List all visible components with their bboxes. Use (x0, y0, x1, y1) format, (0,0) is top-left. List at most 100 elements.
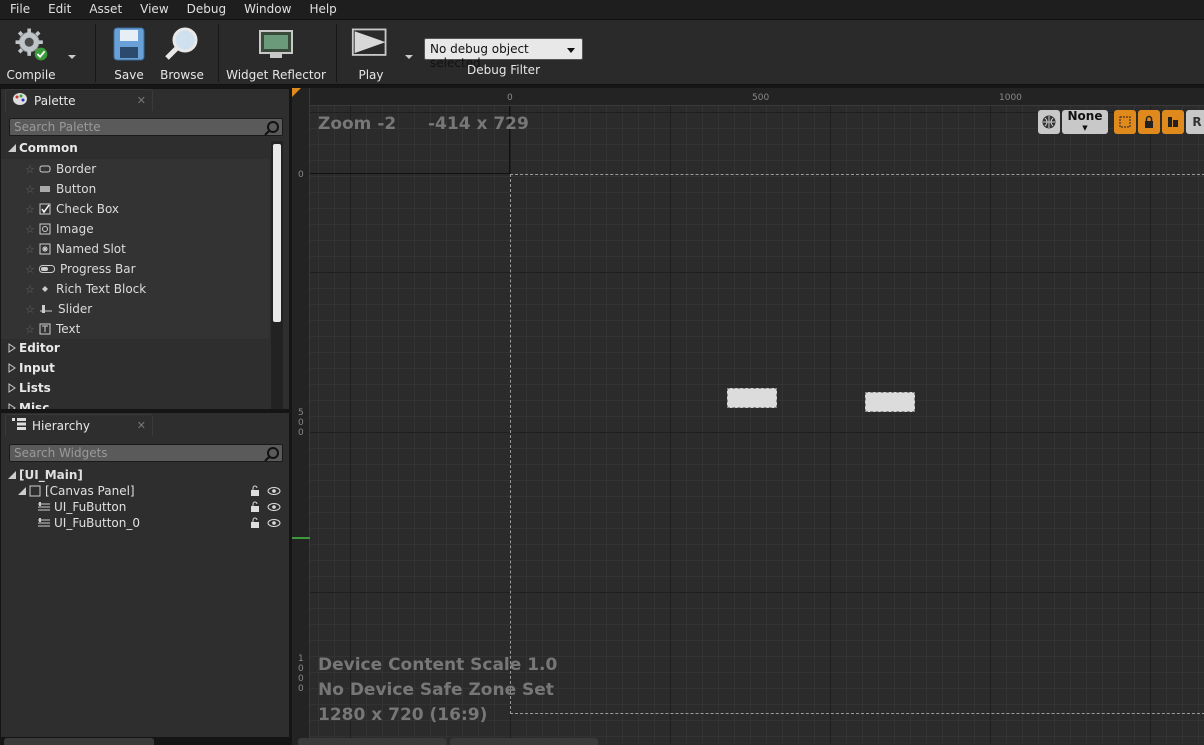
palette-item-slider[interactable]: ☆ Slider (25, 299, 92, 319)
search-icon (264, 120, 280, 136)
category-editor[interactable]: Editor (7, 341, 60, 355)
palette-item-label: Named Slot (56, 242, 126, 256)
checkbox-icon (39, 203, 51, 215)
favorite-star-icon[interactable]: ☆ (25, 243, 39, 256)
category-lists-label: Lists (19, 381, 51, 395)
favorite-star-icon[interactable]: ☆ (25, 163, 39, 176)
hierarchy-canvas-panel[interactable]: [Canvas Panel] (17, 483, 283, 499)
play-dropdown[interactable] (404, 50, 414, 59)
menu-asset[interactable]: Asset (79, 0, 130, 19)
named-slot-icon (39, 243, 51, 255)
tab-hierarchy[interactable]: Hierarchy ✕ (5, 414, 153, 436)
play-button[interactable]: Play (348, 24, 394, 82)
browse-button[interactable]: Browse (160, 24, 204, 82)
category-common-label: Common (19, 141, 78, 155)
widget-reflector-button[interactable]: Widget Reflector (226, 24, 326, 82)
layout-icon[interactable] (1162, 110, 1184, 134)
tab-palette[interactable]: Palette ✕ (5, 89, 153, 111)
hierarchy-panel: Hierarchy ✕ [UI_Main] [Canvas Panel] UI_… (0, 412, 290, 738)
favorite-star-icon[interactable]: ☆ (25, 263, 39, 276)
menu-file[interactable]: File (0, 0, 38, 19)
hierarchy-child-fubutton-0[interactable]: UI_FuButton_0 (37, 515, 283, 531)
palette-icon (12, 92, 28, 109)
hierarchy-search-input[interactable] (10, 445, 282, 461)
menu-edit[interactable]: Edit (38, 0, 79, 19)
favorite-star-icon[interactable]: ☆ (25, 203, 39, 216)
cursor-coords: -414 x 729 (428, 114, 529, 134)
ruler-left-label: 500 (298, 408, 304, 438)
eye-icon[interactable] (267, 517, 281, 532)
expanded-arrow-icon (8, 471, 16, 479)
palette-search[interactable] (9, 118, 283, 136)
palette-item-text[interactable]: ☆ Text (25, 319, 80, 339)
r-toggle[interactable]: R (1186, 110, 1204, 134)
ui-fubutton-0-widget[interactable] (865, 392, 915, 412)
palette-search-input[interactable] (10, 119, 282, 135)
palette-scrollbar-thumb[interactable] (273, 144, 281, 322)
compile-dropdown[interactable] (67, 50, 77, 59)
category-misc[interactable]: Misc (7, 401, 49, 409)
image-icon (39, 223, 51, 235)
ruler-top: 0 500 1000 (292, 88, 1204, 106)
eye-icon[interactable] (267, 485, 281, 500)
hierarchy-child-fubutton[interactable]: UI_FuButton (37, 499, 283, 515)
favorite-star-icon[interactable]: ☆ (25, 323, 39, 336)
favorite-star-icon[interactable]: ☆ (25, 183, 39, 196)
floppy-disk-icon (109, 24, 149, 64)
palette-item-progress-bar[interactable]: ☆ Progress Bar (25, 259, 136, 279)
tab-timeline[interactable] (298, 738, 446, 745)
designer-viewport[interactable]: 0 500 1000 0 500 1000 Zoom -2 -414 x 729… (292, 88, 1204, 745)
hierarchy-root[interactable]: [UI_Main] (7, 467, 83, 483)
palette-scrollbar-track[interactable] (271, 141, 283, 409)
outline-toggle-icon[interactable] (1114, 110, 1136, 134)
category-common[interactable]: Common (7, 141, 78, 155)
search-icon (264, 446, 280, 462)
ruler-top-label: 1000 (999, 93, 1022, 103)
palette-panel: Palette ✕ Common ☆ Border ☆ Button ☆ Che… (0, 88, 290, 410)
palette-item-label: Check Box (56, 202, 120, 216)
favorite-star-icon[interactable]: ☆ (25, 283, 39, 296)
menu-view[interactable]: View (130, 0, 176, 19)
border-icon (39, 163, 51, 175)
palette-item-image[interactable]: ☆ Image (25, 219, 94, 239)
close-icon[interactable]: ✕ (137, 94, 146, 107)
eye-icon[interactable] (267, 501, 281, 516)
zoom-level: Zoom -2 (318, 114, 397, 134)
palette-item-label: Image (56, 222, 94, 236)
palette-item-check-box[interactable]: ☆ Check Box (25, 199, 119, 219)
resolution-label: 1280 x 720 (16:9) (318, 705, 488, 725)
close-icon[interactable]: ✕ (137, 419, 146, 432)
hierarchy-search[interactable] (9, 444, 283, 462)
palette-item-border[interactable]: ☆ Border (25, 159, 96, 179)
tab-animations[interactable] (4, 738, 154, 745)
favorite-star-icon[interactable]: ☆ (25, 303, 39, 316)
button-icon (39, 183, 51, 195)
compile-button[interactable]: Compile (6, 24, 56, 82)
lock-icon[interactable] (249, 501, 261, 516)
palette-item-label: Text (56, 322, 81, 336)
palette-item-rich-text-block[interactable]: ☆ Rich Text Block (25, 279, 146, 299)
menu-window[interactable]: Window (234, 0, 299, 19)
slider-icon (39, 303, 53, 315)
collapsed-arrow-icon (8, 403, 16, 409)
tab-compiler-results[interactable] (450, 738, 598, 745)
menu-bar: File Edit Asset View Debug Window Help (0, 0, 1204, 19)
lock-icon[interactable] (1138, 110, 1160, 134)
save-button[interactable]: Save (109, 24, 149, 82)
category-input[interactable]: Input (7, 361, 55, 375)
ui-fubutton-widget[interactable] (727, 388, 777, 408)
favorite-star-icon[interactable]: ☆ (25, 223, 39, 236)
debug-object-select[interactable]: No debug object selected (424, 38, 583, 70)
menu-debug[interactable]: Debug (177, 0, 234, 19)
category-input-label: Input (19, 361, 55, 375)
lock-icon[interactable] (249, 485, 261, 500)
tab-hierarchy-label: Hierarchy (32, 418, 91, 433)
compile-label: Compile (6, 68, 56, 82)
palette-item-named-slot[interactable]: ☆ Named Slot (25, 239, 126, 259)
category-lists[interactable]: Lists (7, 381, 51, 395)
lock-icon[interactable] (249, 517, 261, 532)
menu-help[interactable]: Help (299, 0, 344, 19)
none-dropdown[interactable]: None ▼ (1062, 110, 1108, 134)
globe-icon[interactable] (1038, 110, 1060, 134)
palette-item-button[interactable]: ☆ Button (25, 179, 96, 199)
